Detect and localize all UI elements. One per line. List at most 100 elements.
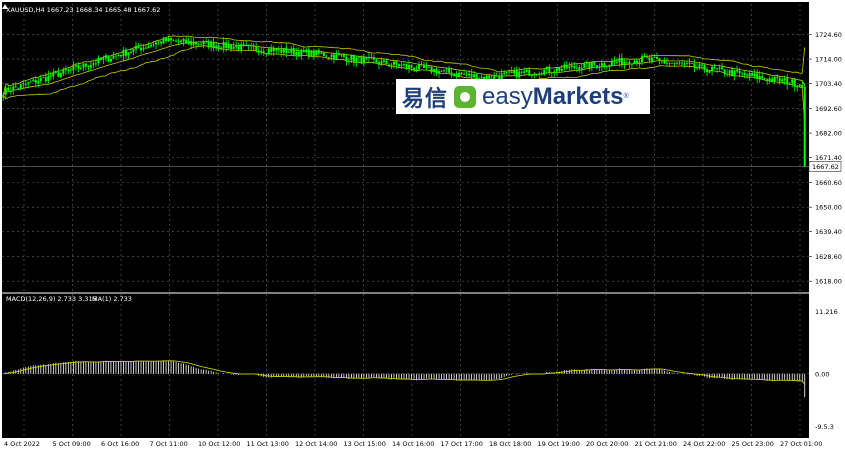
candle-body [458, 72, 461, 76]
candle-body [305, 49, 308, 53]
candle-body [382, 60, 385, 62]
candle-body [205, 41, 208, 43]
symbol-header: XAUUSD,H4 1667.23 1668.34 1665.48 1667.6… [6, 6, 160, 14]
candle-body [252, 45, 255, 47]
candle-body [14, 86, 17, 88]
candle-body [375, 59, 378, 63]
candle-body [778, 77, 781, 82]
candle-body [9, 91, 12, 92]
candle-body [145, 47, 148, 49]
candle-body [560, 68, 563, 71]
candle-body [508, 71, 511, 73]
candle-body [460, 72, 463, 75]
plot-background [2, 2, 809, 438]
candle-body [29, 81, 32, 83]
candle-body [696, 67, 699, 69]
candle-body [54, 72, 57, 73]
candle-body [470, 74, 473, 77]
candle-body [691, 62, 694, 64]
candle-body [172, 40, 175, 42]
candle-body [430, 66, 433, 73]
candle-body [615, 62, 618, 63]
candle-body [290, 48, 293, 53]
candle-body [618, 58, 621, 63]
candle-body [170, 38, 173, 41]
candle-body [122, 50, 125, 57]
candle-body [663, 60, 666, 64]
candle-body [673, 63, 676, 65]
candle-body [771, 78, 774, 82]
candle-body [535, 74, 538, 76]
candle-body [360, 56, 363, 64]
candle-body [766, 79, 769, 81]
candle-body [748, 72, 751, 77]
candle-body [352, 55, 355, 62]
candle-body [683, 63, 686, 65]
candle-body [640, 56, 643, 62]
chart-canvas[interactable]: 1724.60 1714.00 1703.40 1692.60 1682.00 1671.… [0, 0, 845, 451]
candle-body [7, 87, 10, 92]
candle-body [513, 70, 516, 74]
candle-body [112, 55, 115, 59]
candle-body [638, 61, 641, 63]
candle-body [465, 74, 468, 76]
macd-tick-label: 0.00 [815, 370, 829, 378]
candle-body [302, 50, 305, 52]
time-tick-label: 7 Oct 11:00 [150, 440, 188, 448]
candle-body [788, 83, 791, 85]
candle-body [285, 47, 288, 54]
candle-body [127, 52, 130, 56]
candle-body [247, 45, 250, 46]
candle-body [545, 67, 548, 70]
candle-body [104, 56, 107, 59]
candle-body [443, 69, 446, 71]
candle-body [435, 68, 438, 74]
candle-body [413, 67, 416, 70]
candle-body [275, 48, 278, 51]
candle-body [380, 61, 383, 64]
candle-body [22, 83, 25, 84]
candle-body [242, 44, 245, 45]
candle-body [736, 69, 739, 72]
time-tick-label: 27 Oct 01:00 [780, 440, 822, 448]
candle-body [322, 52, 325, 57]
candle-body [590, 61, 593, 68]
candle-body [109, 58, 112, 62]
candle-body [433, 69, 436, 72]
candle-body [64, 69, 67, 71]
candle-body [796, 86, 799, 88]
candle-body [255, 46, 258, 51]
candle-body [773, 76, 776, 81]
chart-window[interactable]: 1724.60 1714.00 1703.40 1692.60 1682.00 1671.… [0, 0, 845, 451]
candle-body [114, 55, 117, 57]
candle-body [716, 68, 719, 70]
candle-body [355, 57, 358, 62]
candle-body [570, 65, 573, 68]
candle-body [272, 48, 275, 52]
candle-body [783, 78, 786, 81]
price-tick-label: 1714.00 [815, 56, 842, 64]
candle-body [237, 46, 240, 50]
candle-body [2, 95, 5, 98]
candle-body [142, 47, 145, 50]
candle-body [768, 78, 771, 82]
macd-header: MACD(12,26,9) 2.733 3.315 [6, 295, 97, 303]
candle-body [603, 63, 606, 67]
candle-body [177, 41, 180, 43]
candle-body [44, 77, 47, 82]
candle-body [4, 87, 7, 95]
candle-body [658, 58, 661, 61]
candle-body [340, 54, 343, 56]
candle-body [706, 69, 709, 73]
candle-body [538, 74, 541, 75]
candle-body [473, 74, 476, 77]
candle-body [27, 82, 30, 84]
candle-body [746, 74, 749, 76]
candle-body [503, 72, 506, 75]
time-tick-label: 13 Oct 15:00 [344, 440, 386, 448]
candle-body [758, 75, 761, 80]
candle-body [480, 76, 483, 79]
price-tick-label: 1639.40 [815, 228, 842, 236]
candle-body [650, 57, 653, 61]
candle-body [518, 71, 521, 78]
